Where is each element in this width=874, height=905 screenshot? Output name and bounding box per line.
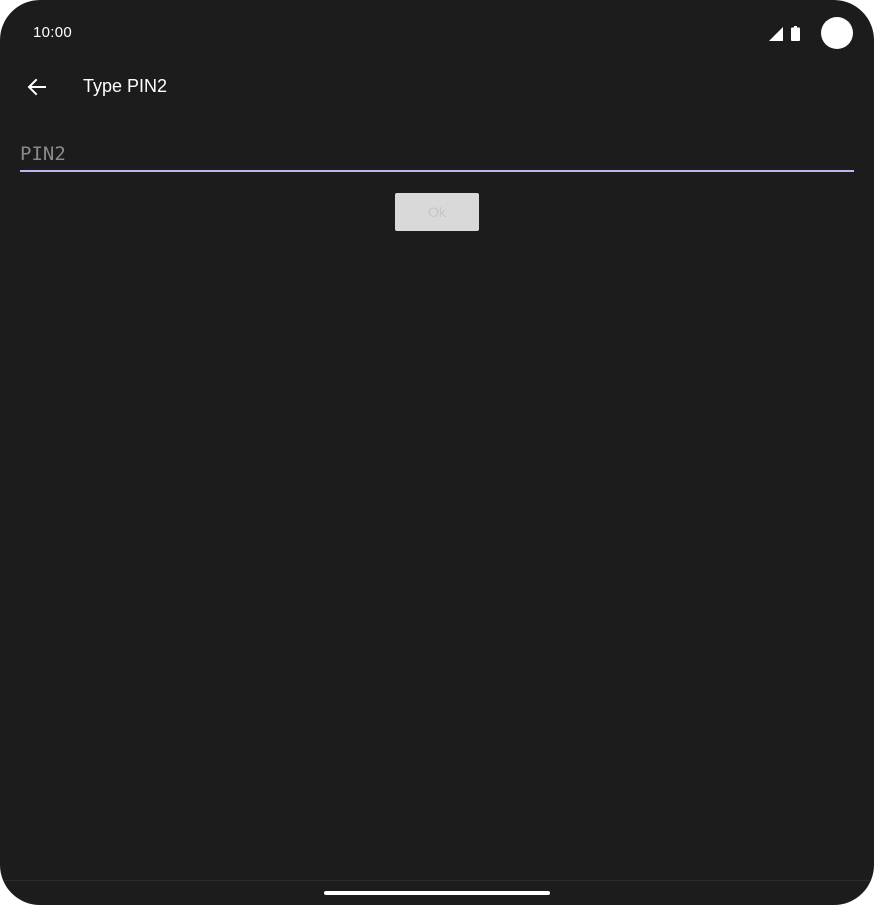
pin2-input[interactable] <box>20 138 854 172</box>
status-clock: 10:00 <box>33 24 73 41</box>
status-bar: 10:00 <box>0 0 874 66</box>
home-gesture-handle[interactable] <box>324 891 550 895</box>
camera-cutout <box>821 17 853 49</box>
pin-field <box>20 138 854 172</box>
phone-screen: 10:00 Type PIN2 Ok <box>0 0 874 905</box>
page-title: Type PIN2 <box>83 76 168 96</box>
ok-button[interactable]: Ok <box>395 193 479 231</box>
battery-icon <box>791 26 800 41</box>
signal-icon <box>769 27 783 41</box>
arrow-back-icon <box>27 78 46 96</box>
navigation-bar <box>0 880 874 905</box>
back-button[interactable] <box>20 70 54 104</box>
app-bar: Type PIN2 <box>0 66 874 108</box>
